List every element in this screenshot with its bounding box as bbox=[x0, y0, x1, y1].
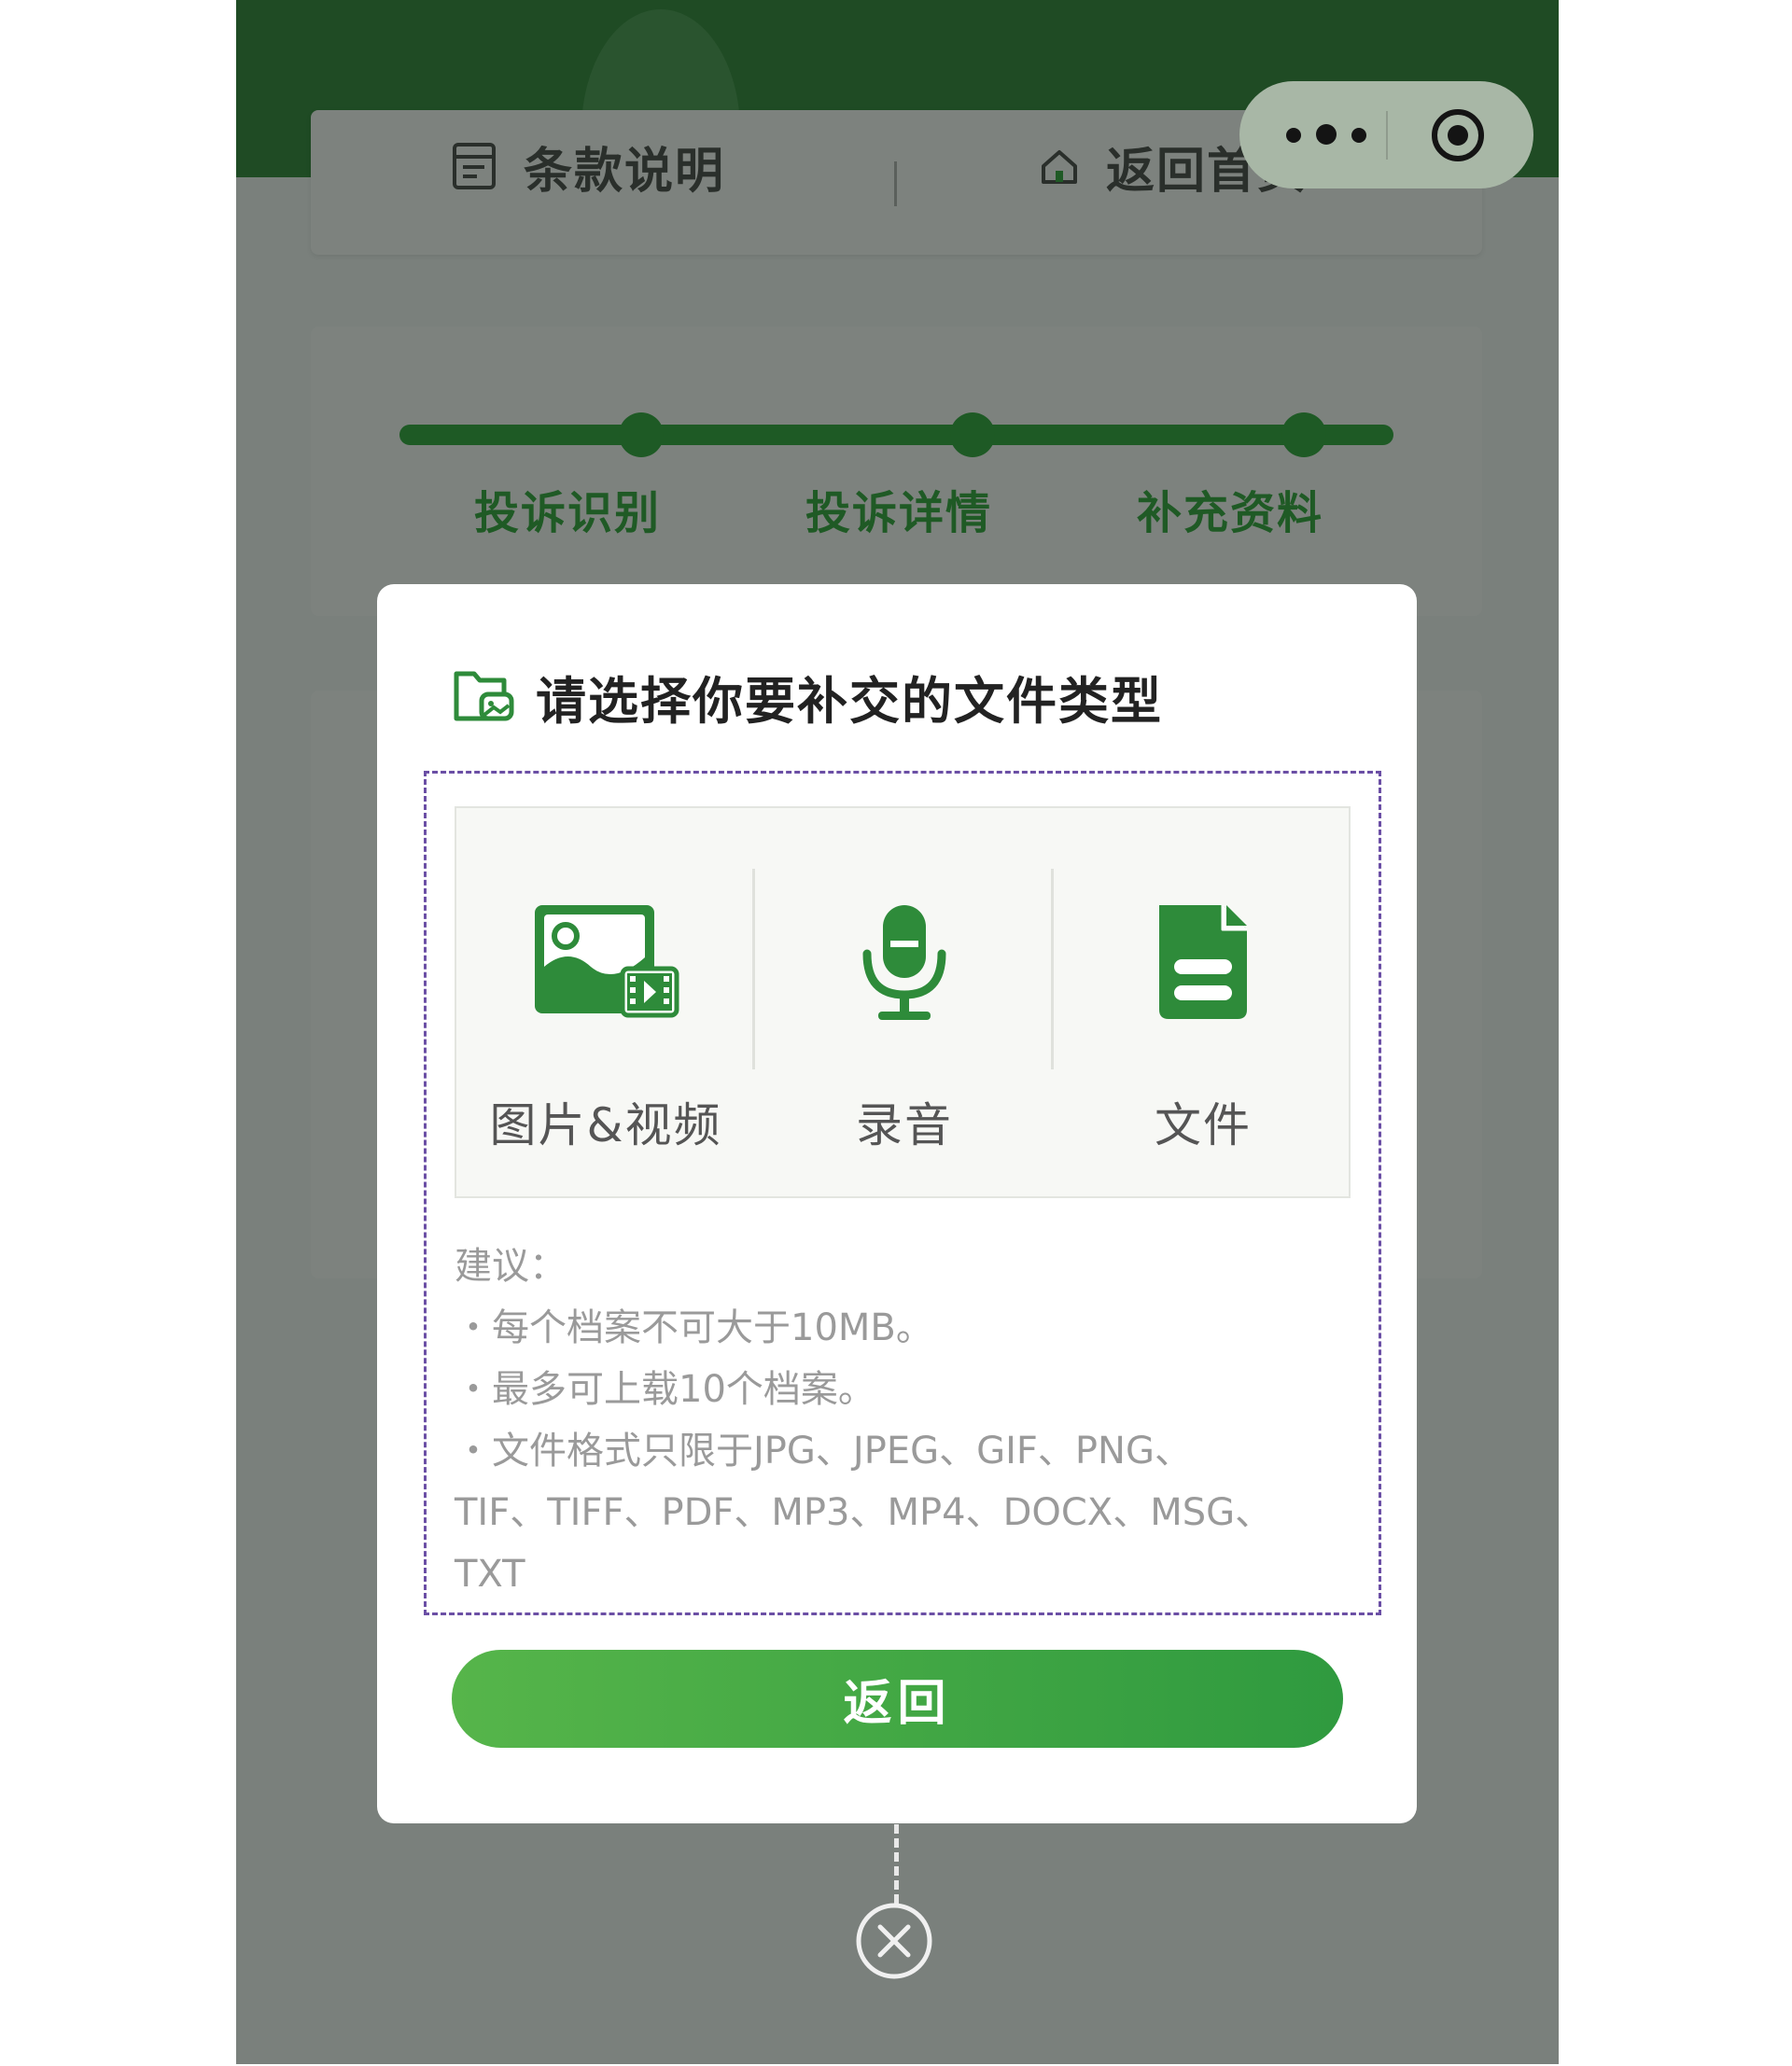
step-label-identify: 投诉识别 bbox=[474, 487, 662, 539]
close-mini-program-icon[interactable] bbox=[1430, 107, 1486, 163]
terms-label: 条款说明 bbox=[524, 143, 726, 200]
option-image-video[interactable]: 图片&视频 bbox=[456, 808, 755, 1196]
advice-heading: 建议： bbox=[455, 1245, 567, 1288]
dialog-title-text: 请选择你要补交的文件类型 bbox=[536, 671, 1163, 731]
step-label-supplement: 补充资料 bbox=[1137, 487, 1324, 539]
document-outline-icon bbox=[453, 143, 496, 189]
file-type-options: 图片&视频 录音 文件 bbox=[455, 806, 1351, 1198]
advice-line: ・每个档案不可大于10MB。 bbox=[455, 1306, 933, 1349]
upload-advice: 建议： ・每个档案不可大于10MB。 ・最多可上载10个档案。 ・文件格式只限于… bbox=[455, 1235, 1341, 1605]
step-dot-1 bbox=[619, 412, 664, 457]
advice-line: TIF、TIFF、PDF、MP3、MP4、DOCX、MSG、 bbox=[455, 1491, 1273, 1534]
option-document[interactable]: 文件 bbox=[1054, 808, 1352, 1196]
dialog-title: 请选择你要补交的文件类型 bbox=[452, 663, 1163, 731]
home-icon bbox=[1042, 150, 1077, 184]
option-label-document: 文件 bbox=[1155, 1098, 1252, 1152]
capsule-divider bbox=[1386, 111, 1388, 160]
document-icon bbox=[1159, 905, 1247, 1019]
phone-screen: 条款说明 返回首页 投诉识别 投诉详情 补充资料 请选择你要补交的文件类型 图片… bbox=[236, 0, 1559, 2064]
step-dot-2 bbox=[950, 412, 995, 457]
advice-line: ・文件格式只限于JPG、JPEG、GIF、PNG、 bbox=[455, 1430, 1192, 1473]
dialog-close-connector bbox=[894, 1824, 899, 1904]
microphone-icon bbox=[862, 905, 946, 1020]
nav-divider bbox=[894, 161, 897, 206]
folder-image-icon bbox=[454, 671, 514, 721]
option-label-recording: 录音 bbox=[856, 1098, 953, 1152]
image-video-icon bbox=[535, 905, 679, 1018]
step-label-details: 投诉详情 bbox=[805, 487, 993, 539]
progress-steps-card: 投诉识别 投诉详情 补充资料 bbox=[311, 327, 1482, 616]
progress-track bbox=[399, 425, 1393, 445]
option-label-image-video: 图片&视频 bbox=[489, 1098, 722, 1152]
advice-line: TXT bbox=[455, 1553, 525, 1596]
more-menu-icon[interactable] bbox=[1286, 119, 1389, 152]
terms-link[interactable]: 条款说明 bbox=[451, 138, 725, 200]
back-button[interactable]: 返回 bbox=[452, 1650, 1343, 1748]
file-type-dialog: 请选择你要补交的文件类型 图片&视频 录音 文件 建议： ・每个档案不可大于10… bbox=[377, 584, 1417, 1823]
close-icon[interactable] bbox=[855, 1902, 933, 1980]
upload-area: 图片&视频 录音 文件 建议： ・每个档案不可大于10MB。 ・最多可上载10个… bbox=[424, 771, 1381, 1615]
step-dot-3 bbox=[1281, 412, 1326, 457]
advice-line: ・最多可上载10个档案。 bbox=[455, 1368, 875, 1411]
mini-program-capsule bbox=[1239, 81, 1533, 188]
option-recording[interactable]: 录音 bbox=[755, 808, 1054, 1196]
